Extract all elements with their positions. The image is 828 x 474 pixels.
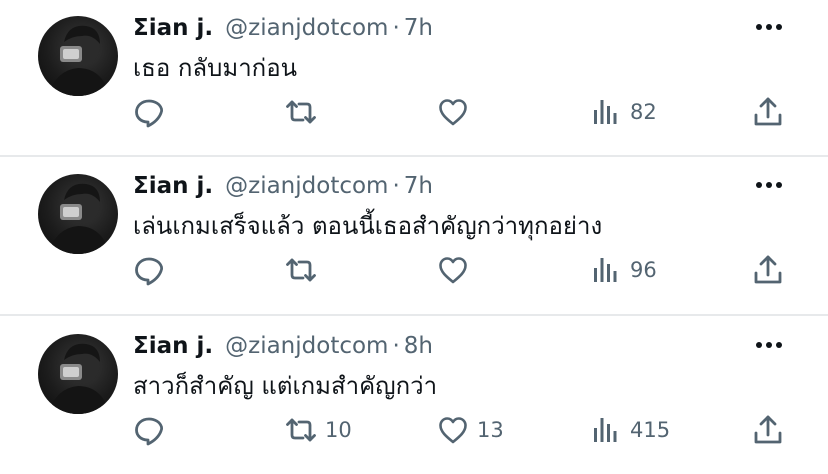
tweet-text: สาวก็สำคัญ แต่เกมสำคัญกว่า <box>133 372 438 400</box>
tweet-divider <box>0 314 828 316</box>
bar-chart-icon <box>594 100 617 124</box>
display-name[interactable]: Σian j. <box>133 15 213 41</box>
user-handle[interactable]: @zianjdotcom <box>225 173 388 199</box>
reply-bubble-icon <box>135 257 164 286</box>
share-upload-icon <box>754 415 782 444</box>
heart-outline-icon <box>439 417 467 444</box>
tweet-actions: 82 <box>0 94 828 130</box>
bar-chart-icon <box>594 418 617 442</box>
display-name[interactable]: Σian j. <box>133 333 213 359</box>
bar-chart-icon <box>594 258 617 282</box>
reply-button[interactable] <box>133 94 173 130</box>
tweet-text: เธอ กลับมาก่อน <box>133 54 298 82</box>
share-button[interactable] <box>752 94 784 130</box>
reply-button[interactable] <box>133 412 173 448</box>
tweet-header: Σian j. @zianjdotcom · 7h <box>133 12 433 44</box>
more-horizontal-icon <box>756 24 782 30</box>
heart-outline-icon <box>439 99 467 126</box>
avatar[interactable] <box>38 174 118 254</box>
retweet-arrows-icon <box>286 258 316 282</box>
like-count: 13 <box>477 418 504 442</box>
separator-dot: · <box>392 15 400 41</box>
tweet-actions: 96 <box>0 252 828 288</box>
retweet-button[interactable]: 10 <box>285 412 352 448</box>
tweet-header: Σian j. @zianjdotcom · 8h <box>133 330 433 362</box>
separator-dot: · <box>392 173 400 199</box>
avatar[interactable] <box>38 16 118 96</box>
tweet-text: เล่นเกมเสร็จแล้ว ตอนนี้เธอสำคัญกว่าทุกอย… <box>133 212 603 240</box>
like-button[interactable] <box>437 94 477 130</box>
timestamp[interactable]: 7h <box>404 173 433 199</box>
share-button[interactable] <box>752 252 784 288</box>
user-handle[interactable]: @zianjdotcom <box>225 15 388 41</box>
timeline-feed: Σian j. @zianjdotcom · 7h เธอ กลับมาก่อน <box>0 0 828 467</box>
tweet[interactable]: Σian j. @zianjdotcom · 8h สาวก็สำคัญ แต่… <box>0 318 828 474</box>
reply-button[interactable] <box>133 252 173 288</box>
more-options-button[interactable] <box>752 174 786 196</box>
timestamp[interactable]: 7h <box>404 15 433 41</box>
retweet-arrows-icon <box>286 418 316 442</box>
tweet[interactable]: Σian j. @zianjdotcom · 7h เธอ กลับมาก่อน <box>0 0 828 156</box>
tweet-actions: 10 13 415 <box>0 412 828 448</box>
more-options-button[interactable] <box>752 16 786 38</box>
view-count: 96 <box>630 258 657 282</box>
more-horizontal-icon <box>756 342 782 348</box>
reply-bubble-icon <box>135 99 164 128</box>
avatar[interactable] <box>38 334 118 414</box>
view-count: 82 <box>630 100 657 124</box>
view-count: 415 <box>630 418 671 442</box>
retweet-button[interactable] <box>285 252 325 288</box>
heart-outline-icon <box>439 257 467 284</box>
tweet[interactable]: Σian j. @zianjdotcom · 7h เล่นเกมเสร็จแล… <box>0 158 828 314</box>
share-upload-icon <box>754 97 782 126</box>
user-handle[interactable]: @zianjdotcom <box>225 333 388 359</box>
share-upload-icon <box>754 255 782 284</box>
retweet-arrows-icon <box>286 100 316 124</box>
like-button[interactable] <box>437 252 477 288</box>
views-button[interactable]: 82 <box>590 94 657 130</box>
more-horizontal-icon <box>756 182 782 188</box>
tweet-divider <box>0 155 828 157</box>
like-button[interactable]: 13 <box>437 412 504 448</box>
views-button[interactable]: 96 <box>590 252 657 288</box>
views-button[interactable]: 415 <box>590 412 670 448</box>
separator-dot: · <box>392 333 400 359</box>
reply-bubble-icon <box>135 417 164 446</box>
timestamp[interactable]: 8h <box>404 333 433 359</box>
display-name[interactable]: Σian j. <box>133 173 213 199</box>
retweet-count: 10 <box>325 418 352 442</box>
more-options-button[interactable] <box>752 334 786 356</box>
retweet-button[interactable] <box>285 94 325 130</box>
share-button[interactable] <box>752 412 784 448</box>
tweet-header: Σian j. @zianjdotcom · 7h <box>133 170 433 202</box>
